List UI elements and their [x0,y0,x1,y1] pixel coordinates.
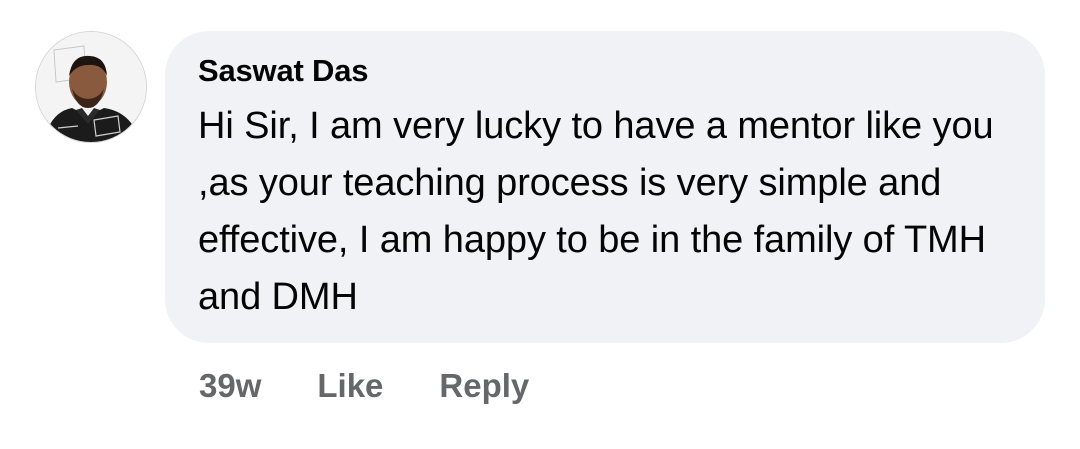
profile-photo-icon [36,32,146,142]
comment-text: Hi Sir, I am very lucky to have a mentor… [198,105,994,318]
avatar[interactable] [35,31,147,143]
comment-actions: 39w Like Reply [199,366,529,406]
comment: Saswat Das Hi Sir, I am very lucky to ha… [0,0,1080,449]
comment-author[interactable]: Saswat Das [198,53,1015,89]
reply-button[interactable]: Reply [439,367,529,405]
like-button[interactable]: Like [317,367,383,405]
comment-bubble: Saswat Das Hi Sir, I am very lucky to ha… [165,31,1045,343]
comment-timestamp[interactable]: 39w [199,367,261,405]
